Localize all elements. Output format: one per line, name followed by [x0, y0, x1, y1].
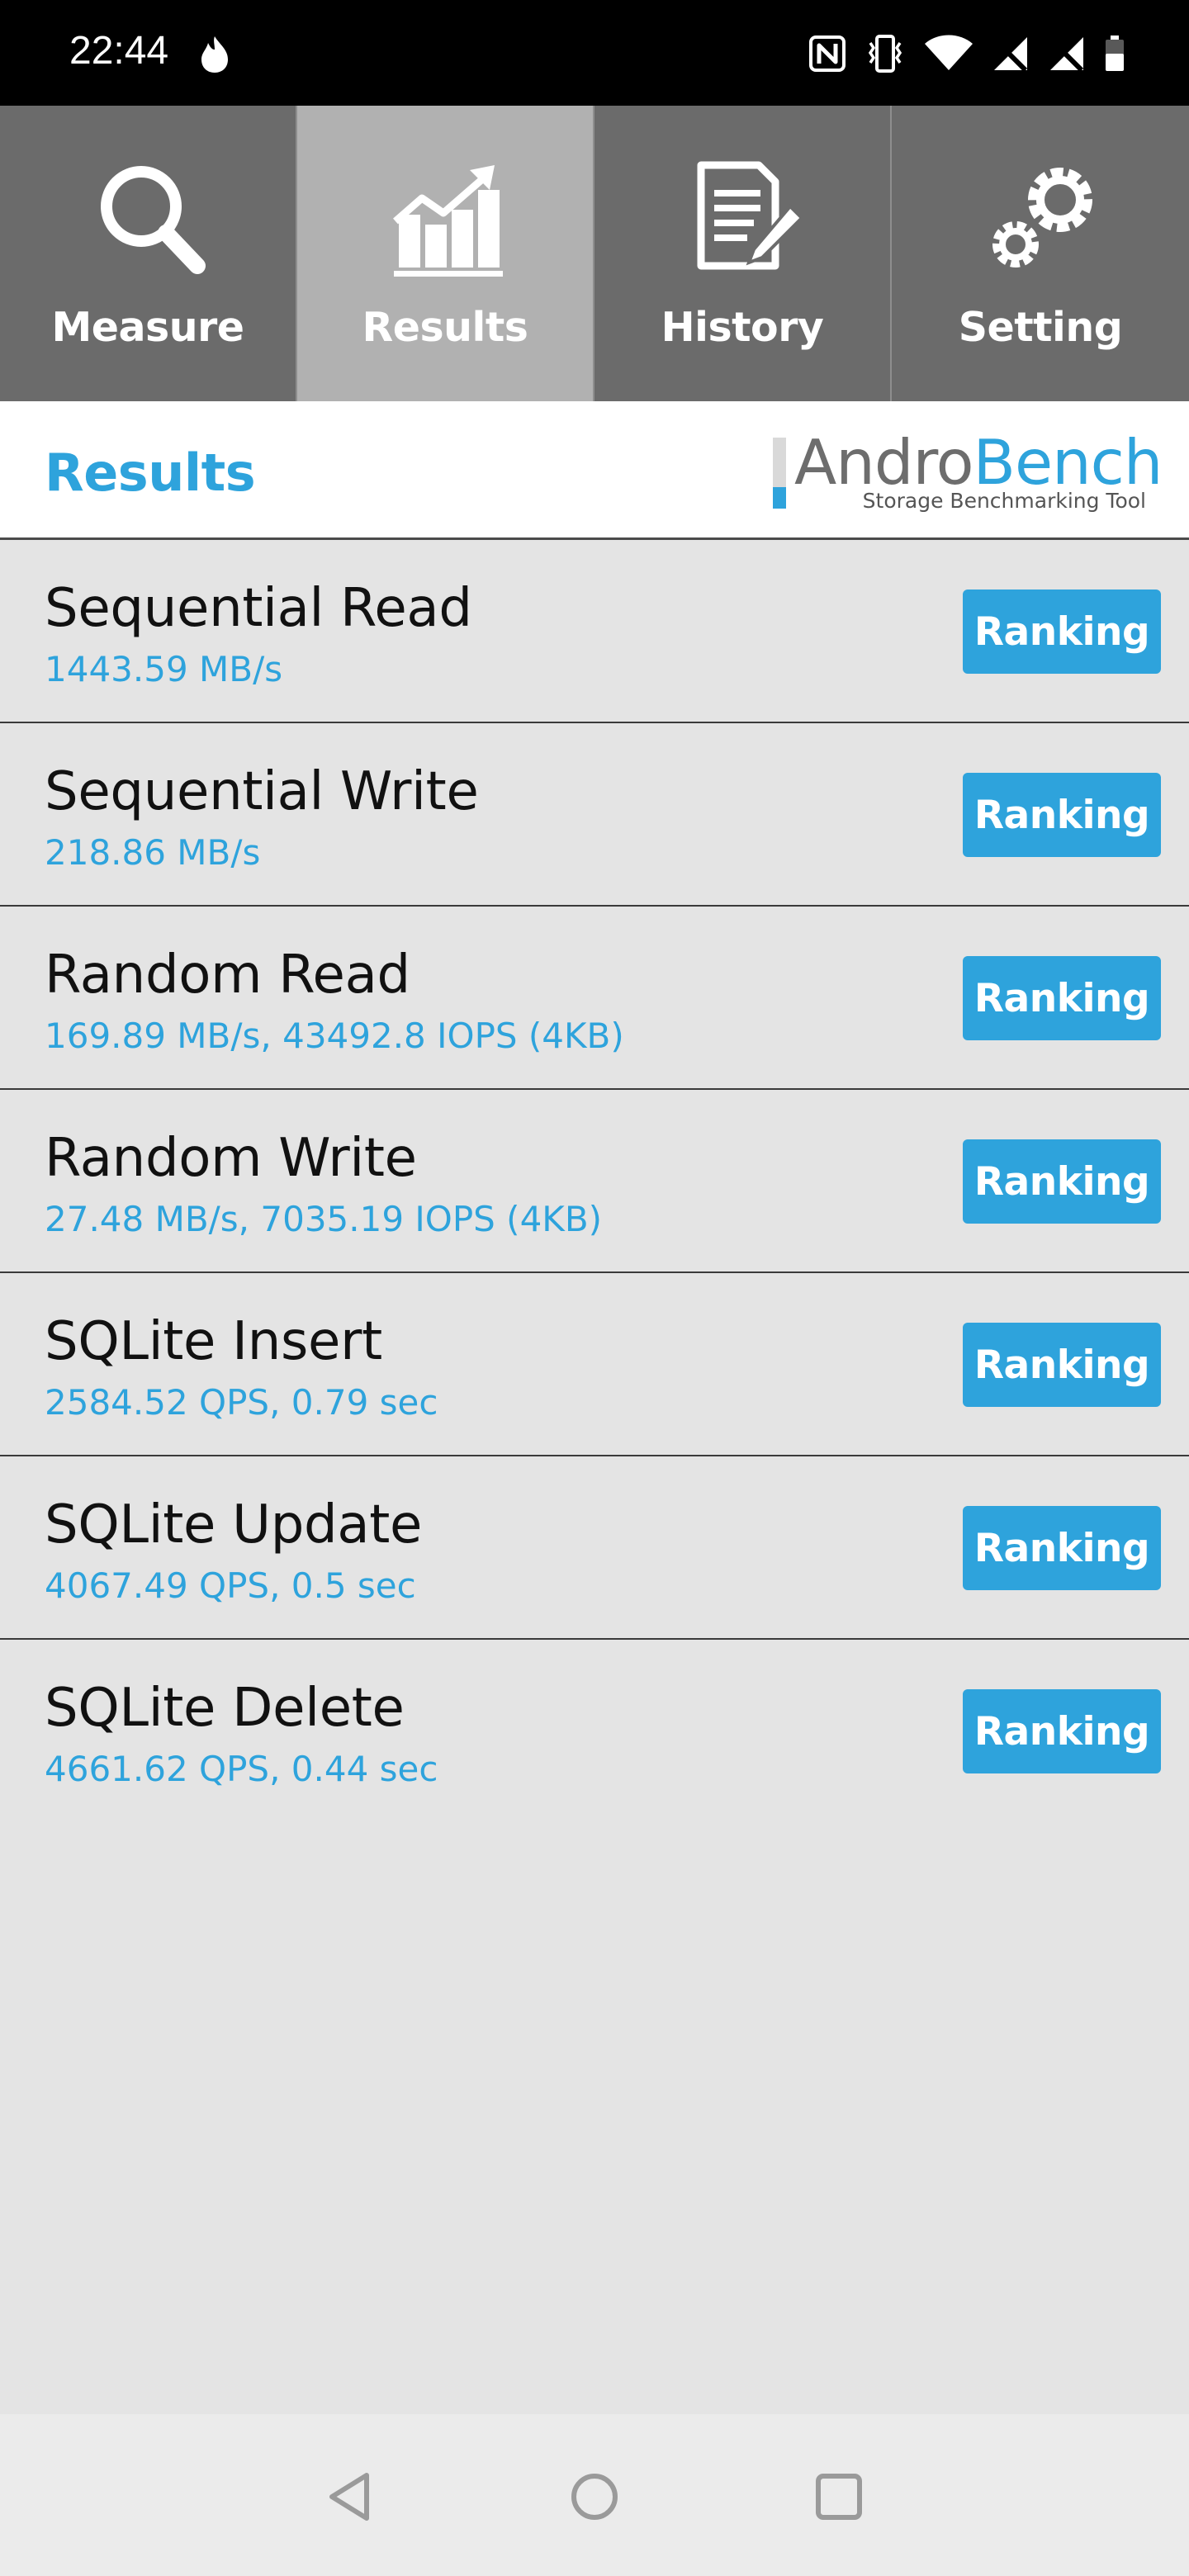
- wifi-icon: [925, 35, 973, 70]
- result-name: SQLite Delete: [45, 1678, 405, 1739]
- result-row-random-write: Random Write 27.48 MB/s, 7035.19 IOPS (4…: [0, 1090, 1189, 1273]
- ranking-button[interactable]: Ranking: [963, 1506, 1161, 1590]
- back-icon[interactable]: [324, 2470, 377, 2523]
- tab-label: Results: [362, 304, 528, 351]
- tab-history[interactable]: History: [594, 106, 892, 401]
- result-row-sqlite-delete: SQLite Delete 4661.62 QPS, 0.44 sec Rank…: [0, 1640, 1189, 1823]
- logo-bench: Bench: [973, 426, 1163, 499]
- battery-icon: [1106, 36, 1124, 71]
- flame-icon: [201, 36, 228, 73]
- result-name: SQLite Update: [45, 1494, 423, 1556]
- logo-bar-grey: [773, 438, 786, 487]
- result-name: Sequential Write: [45, 761, 479, 822]
- result-value: 27.48 MB/s, 7035.19 IOPS (4KB): [45, 1199, 603, 1239]
- page-title: Results: [45, 443, 256, 503]
- logo-bar-blue: [773, 487, 786, 509]
- ranking-button[interactable]: Ranking: [963, 956, 1161, 1040]
- result-row-sequential-read: Sequential Read 1443.59 MB/s Ranking: [0, 540, 1189, 723]
- vibrate-icon: [868, 35, 902, 73]
- result-name: Random Write: [45, 1128, 417, 1189]
- status-icons: [808, 31, 1126, 76]
- result-value: 218.86 MB/s: [45, 832, 261, 873]
- tab-measure[interactable]: Measure: [0, 106, 297, 401]
- result-value: 1443.59 MB/s: [45, 649, 283, 689]
- ranking-button[interactable]: Ranking: [963, 773, 1161, 857]
- nfc-icon: [809, 36, 846, 72]
- tab-label: History: [661, 304, 824, 351]
- home-icon[interactable]: [568, 2470, 621, 2523]
- no-signal-icon: [1049, 37, 1084, 73]
- ranking-button[interactable]: Ranking: [963, 1139, 1161, 1224]
- tab-label: Setting: [958, 304, 1123, 351]
- results-list: Sequential Read 1443.59 MB/s Ranking Seq…: [0, 540, 1189, 1823]
- result-row-sqlite-insert: SQLite Insert 2584.52 QPS, 0.79 sec Rank…: [0, 1273, 1189, 1456]
- result-name: Sequential Read: [45, 578, 472, 639]
- magnifier-icon: [101, 166, 206, 274]
- result-name: Random Read: [45, 945, 410, 1006]
- result-value: 2584.52 QPS, 0.79 sec: [45, 1382, 438, 1423]
- status-bar: 22:44: [0, 0, 1189, 106]
- document-pencil-icon: [697, 161, 804, 270]
- tab-bar: Measure Results History Setting: [0, 106, 1189, 401]
- tab-results[interactable]: Results: [297, 106, 594, 401]
- ranking-button[interactable]: Ranking: [963, 590, 1161, 674]
- no-signal-icon: [993, 37, 1028, 73]
- logo-subtitle: Storage Benchmarking Tool: [862, 489, 1146, 513]
- logo-andro: Andro: [794, 426, 974, 499]
- result-value: 4661.62 QPS, 0.44 sec: [45, 1749, 438, 1789]
- ranking-button[interactable]: Ranking: [963, 1323, 1161, 1407]
- bar-chart-icon: [393, 165, 503, 277]
- logo-text: AndroBench: [794, 426, 1163, 499]
- tab-setting[interactable]: Setting: [892, 106, 1189, 401]
- result-value: 169.89 MB/s, 43492.8 IOPS (4KB): [45, 1016, 624, 1056]
- system-nav-bar: [0, 2414, 1189, 2576]
- result-value: 4067.49 QPS, 0.5 sec: [45, 1565, 416, 1606]
- tab-label: Measure: [51, 304, 244, 351]
- results-header: Results AndroBench Storage Benchmarking …: [0, 401, 1189, 540]
- result-name: SQLite Insert: [45, 1311, 382, 1372]
- gears-icon: [992, 168, 1092, 268]
- result-row-sequential-write: Sequential Write 218.86 MB/s Ranking: [0, 723, 1189, 907]
- result-row-random-read: Random Read 169.89 MB/s, 43492.8 IOPS (4…: [0, 907, 1189, 1090]
- androbench-logo: AndroBench Storage Benchmarking Tool: [773, 426, 1163, 514]
- ranking-button[interactable]: Ranking: [963, 1689, 1161, 1773]
- status-time: 22:44: [69, 29, 169, 73]
- recents-icon[interactable]: [812, 2470, 865, 2523]
- result-row-sqlite-update: SQLite Update 4067.49 QPS, 0.5 sec Ranki…: [0, 1456, 1189, 1640]
